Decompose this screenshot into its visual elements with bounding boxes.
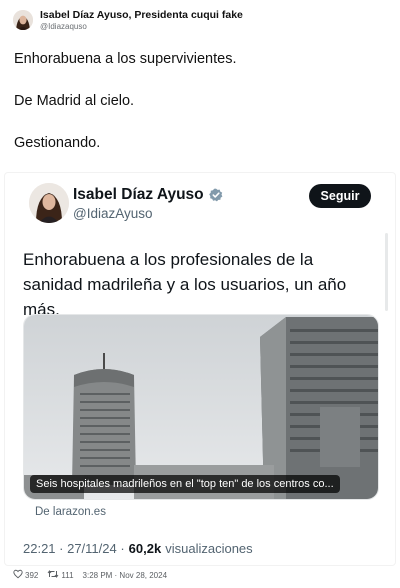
quoted-avatar[interactable] xyxy=(29,183,69,223)
quoted-timestamp[interactable]: 22:21 · 27/11/24 · xyxy=(23,541,125,556)
views-count: 60,2k xyxy=(128,541,162,556)
link-source[interactable]: De larazon.es xyxy=(35,506,106,518)
quoted-author-handle[interactable]: @IdiazAyuso xyxy=(73,206,153,221)
outer-avatar[interactable] xyxy=(13,10,33,31)
retweet-icon[interactable] xyxy=(47,569,61,581)
heart-icon[interactable] xyxy=(13,569,25,581)
like-count: 392 xyxy=(25,570,39,580)
outer-paragraph: Enhorabuena a los supervivientes. xyxy=(14,51,237,67)
follow-button[interactable]: Seguir xyxy=(309,184,371,208)
outer-tweet-text: Enhorabuena a los supervivientes. De Mad… xyxy=(14,52,386,178)
retweet-count: 111 xyxy=(61,570,74,580)
quoted-author-name[interactable]: Isabel Díaz Ayuso xyxy=(73,186,204,204)
outer-paragraph: De Madrid al cielo. xyxy=(14,93,135,109)
hospital-photo xyxy=(24,315,378,499)
quoted-tweet-meta: 22:21 · 27/11/24 · 60,2k visualizaciones xyxy=(23,541,253,556)
views-label: visualizaciones xyxy=(165,541,253,556)
quoted-tweet-text: Enhorabuena a los profesionales de la sa… xyxy=(23,250,347,319)
scrollbar[interactable] xyxy=(385,233,388,311)
verified-badge-icon xyxy=(208,188,223,202)
quoted-tweet-card[interactable]: Isabel Díaz Ayuso @IdiazAyuso Seguir Enh… xyxy=(4,172,396,566)
retweet-stat[interactable]: 111 xyxy=(47,569,74,581)
link-preview-card[interactable]: Seis hospitales madrileños en el "top te… xyxy=(23,314,379,500)
like-stat[interactable]: 392 xyxy=(13,569,38,581)
outer-author-name[interactable]: Isabel Díaz Ayuso, Presidenta cuqui fake xyxy=(40,10,243,21)
outer-tweet-header: Isabel Díaz Ayuso, Presidenta cuqui fake… xyxy=(13,10,243,31)
outer-author-handle[interactable]: @Idiazaquso xyxy=(40,22,243,31)
outer-tweet-footer: 392 111 3:28 PM · Nov 28, 2024 xyxy=(13,569,176,581)
link-preview-title[interactable]: Seis hospitales madrileños en el "top te… xyxy=(30,475,340,493)
outer-timestamp[interactable]: 3:28 PM · Nov 28, 2024 xyxy=(83,571,168,580)
